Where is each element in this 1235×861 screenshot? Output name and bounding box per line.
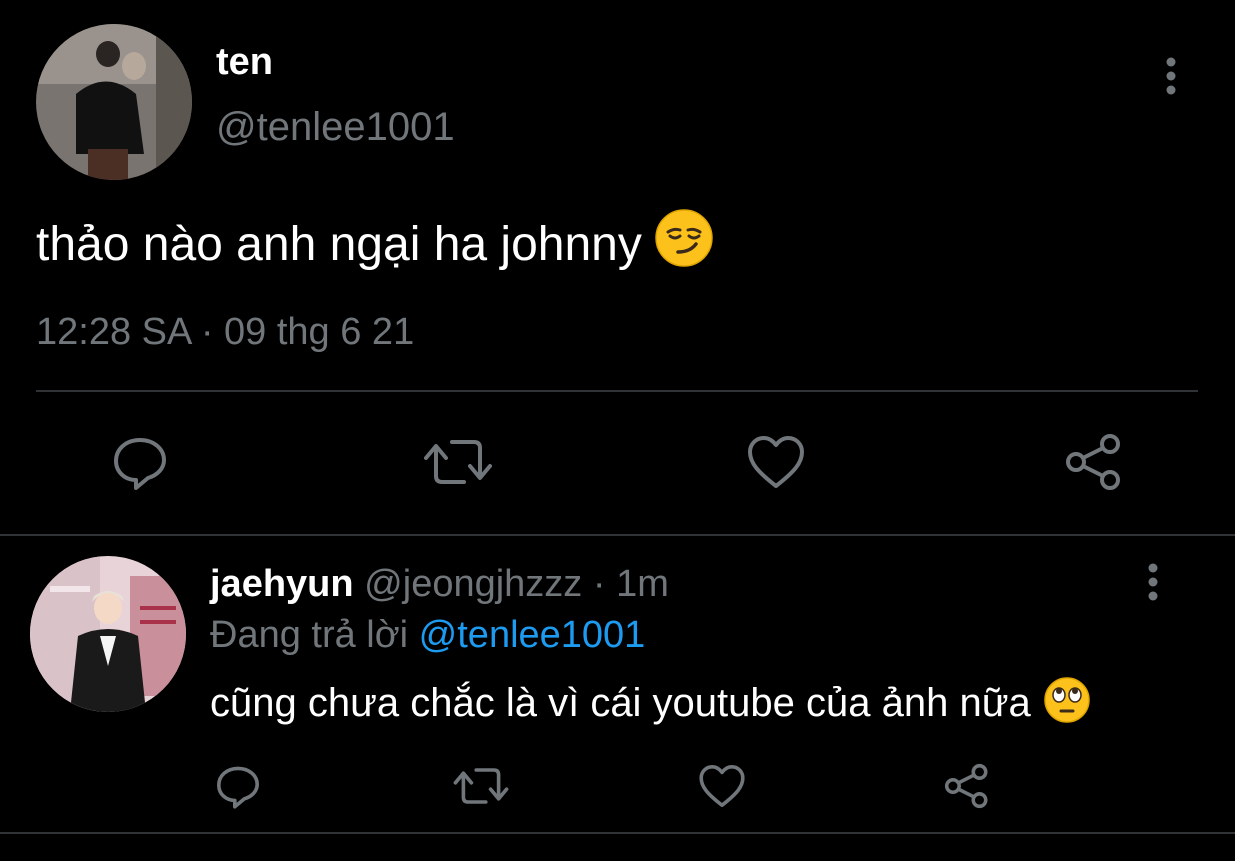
more-options-icon[interactable] [1164, 56, 1178, 101]
reply-text-content: cũng chưa chắc là vì cái youtube của ảnh… [210, 681, 1031, 725]
tweet-time: 12:28 SA [36, 311, 191, 353]
divider [0, 832, 1235, 834]
more-options-icon[interactable] [1146, 562, 1160, 607]
retweet-button[interactable] [452, 762, 510, 810]
tweet-date: 09 thg 6 21 [224, 311, 415, 353]
share-icon [944, 763, 988, 809]
share-button[interactable] [942, 762, 992, 810]
like-button[interactable] [746, 432, 806, 492]
reply-button[interactable] [110, 432, 170, 492]
rolling-eyes-face-icon [1043, 676, 1091, 736]
avatar-ten[interactable] [36, 24, 192, 180]
reply-header: jaehyun @jeongjhzzz · 1m [210, 562, 669, 606]
reply-time-ago[interactable]: 1m [616, 563, 669, 605]
avatar-jaehyun[interactable] [30, 556, 186, 712]
tweet-text: thảo nào anh ngại ha johnny [36, 208, 714, 283]
heart-icon [748, 436, 804, 488]
heart-icon [699, 765, 745, 807]
mention-link[interactable]: @tenlee1001 [419, 614, 646, 656]
replying-prefix: Đang trả lời [210, 614, 409, 656]
divider [36, 390, 1198, 392]
display-name[interactable]: ten [216, 40, 273, 84]
divider [0, 534, 1235, 536]
user-handle[interactable]: @tenlee1001 [216, 104, 455, 150]
retweet-icon [453, 768, 509, 804]
reply-icon [114, 438, 166, 490]
replying-to: Đang trả lời @tenlee1001 [210, 612, 645, 658]
like-button[interactable] [698, 762, 746, 810]
tweet-timestamp[interactable]: 12:28 SA · 09 thg 6 21 [36, 308, 414, 356]
tweet-text-content: thảo nào anh ngại ha johnny [36, 218, 642, 271]
reply-display-name[interactable]: jaehyun [210, 563, 354, 605]
retweet-button[interactable] [422, 432, 494, 492]
share-icon [1066, 434, 1120, 490]
retweet-icon [424, 440, 492, 484]
reply-text: cũng chưa chắc là vì cái youtube của ảnh… [210, 676, 1091, 736]
share-button[interactable] [1062, 432, 1126, 492]
header-separator: · [592, 563, 606, 605]
meta-separator: · [200, 311, 214, 353]
smirking-face-icon [654, 208, 714, 283]
reply-icon [217, 766, 259, 809]
reply-button[interactable] [214, 762, 262, 810]
reply-user-handle[interactable]: @jeongjhzzz [364, 563, 582, 605]
